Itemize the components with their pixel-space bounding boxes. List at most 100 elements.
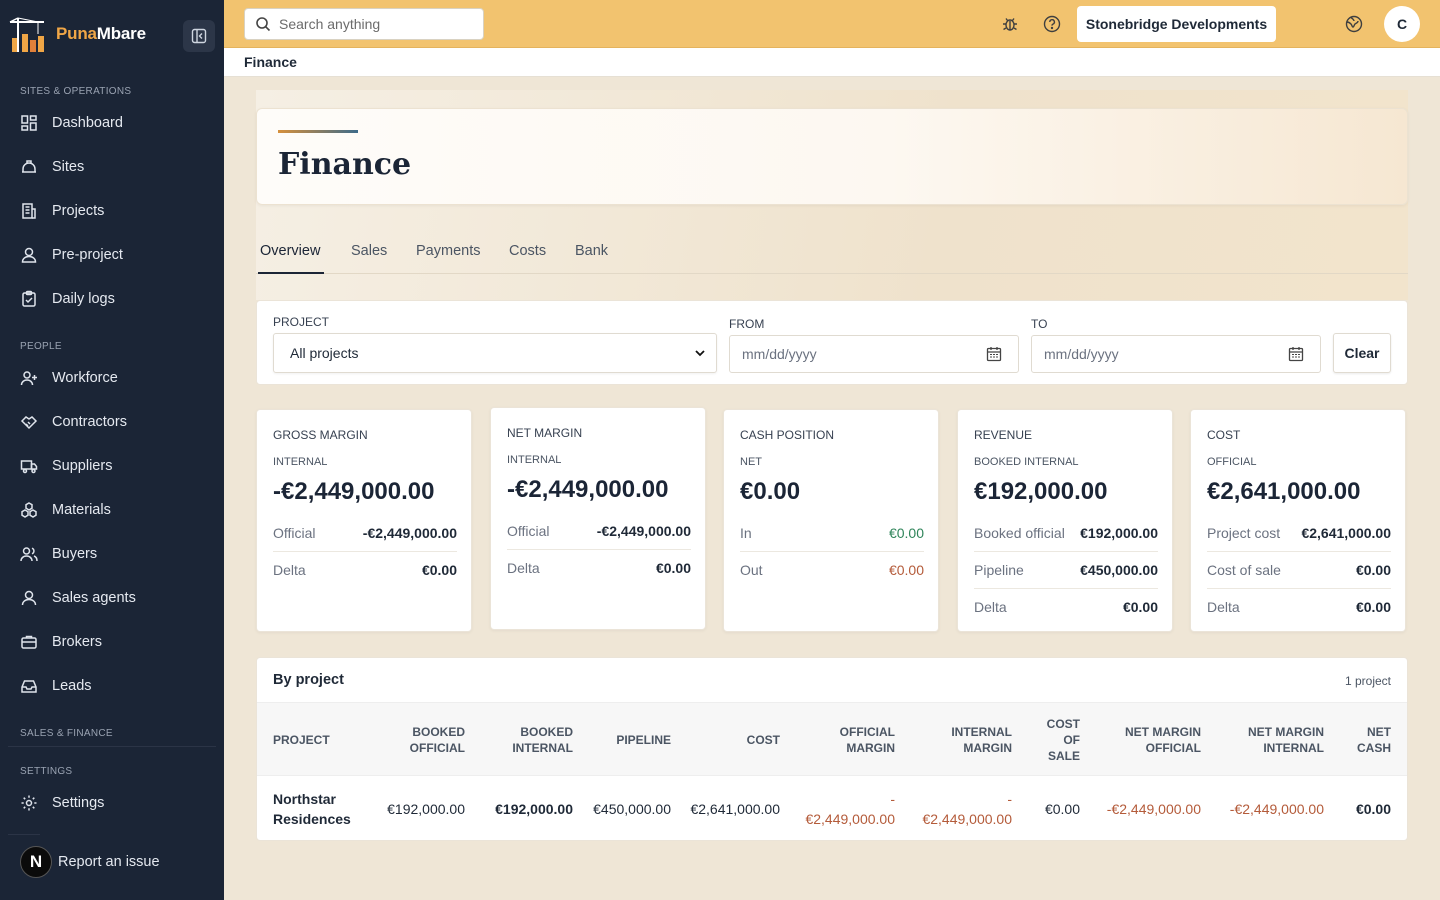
sidebar-item-suppliers[interactable]: Suppliers	[20, 454, 112, 478]
finance-tabs: Overview Sales Payments Costs Bank	[256, 236, 1408, 274]
to-date-input[interactable]: mm/dd/yyyy	[1031, 335, 1321, 373]
report-issue-button[interactable]: N Report an issue	[20, 846, 160, 878]
sidebar-item-buyers[interactable]: Buyers	[20, 542, 97, 566]
to-date-label: TO	[1031, 317, 1048, 331]
sidebar-item-sales-agents[interactable]: Sales agents	[20, 586, 136, 610]
cell-line: Northstar	[273, 791, 337, 807]
sidebar-item-daily-logs[interactable]: Daily logs	[20, 287, 115, 311]
row-label: Delta	[273, 561, 306, 578]
section-label-sites: SITES & OPERATIONS	[20, 86, 132, 97]
calendar-icon[interactable]	[1288, 346, 1304, 362]
sidebar: PunaMbare SITES & OPERATIONS Dashboard S…	[0, 0, 224, 900]
col-booked-official[interactable]: BOOKED OFFICIAL	[410, 703, 465, 777]
from-date-input[interactable]: mm/dd/yyyy	[729, 335, 1019, 373]
row-label: Delta	[507, 559, 540, 576]
col-project[interactable]: PROJECT	[273, 703, 330, 777]
sidebar-item-brokers[interactable]: Brokers	[20, 630, 102, 654]
cell-project[interactable]: Northstar Residences	[273, 776, 351, 842]
card-value: -€2,449,000.00	[507, 476, 669, 503]
sidebar-item-label: Contractors	[52, 414, 127, 430]
card-row: Delta €0.00	[507, 549, 691, 585]
cell-line: -	[890, 791, 895, 807]
row-label: Cost of sale	[1207, 561, 1281, 578]
language-button[interactable]	[1342, 12, 1366, 36]
active-tab-indicator	[258, 272, 324, 274]
col-internal-margin[interactable]: INTERNAL MARGIN	[951, 703, 1012, 777]
tab-bank[interactable]: Bank	[575, 243, 608, 259]
row-value: €0.00	[655, 559, 691, 576]
tab-overview[interactable]: Overview	[260, 243, 320, 259]
row-label: Delta	[974, 598, 1007, 615]
brand[interactable]: PunaMbare	[8, 14, 146, 54]
card-title: NET MARGIN	[507, 426, 583, 440]
sidebar-item-projects[interactable]: Projects	[20, 199, 104, 223]
project-select[interactable]: All projects	[273, 333, 717, 373]
breadcrumb-item[interactable]: Finance	[244, 54, 297, 70]
header-line: COST	[1046, 717, 1080, 731]
search-icon	[256, 17, 271, 32]
header-line: CASH	[1356, 741, 1391, 755]
search-input[interactable]	[279, 16, 469, 32]
section-label-people: PEOPLE	[20, 341, 62, 352]
header-line: OF	[1063, 733, 1080, 747]
calendar-icon[interactable]	[986, 346, 1002, 362]
by-project-table: By project 1 project PROJECT BOOKED OFFIC…	[256, 657, 1408, 841]
sidebar-divider	[8, 746, 216, 747]
sales-agents-icon	[21, 590, 37, 606]
bug-report-button[interactable]	[998, 12, 1022, 36]
project-filter-label: PROJECT	[273, 315, 330, 329]
bug-icon	[1003, 18, 1017, 31]
cash-position-card: CASH POSITION NET €0.00 In €0.00 Out €0.00	[723, 409, 939, 632]
sidebar-item-sites[interactable]: Sites	[20, 155, 84, 179]
cell-booked-official: €192,000.00	[387, 801, 465, 817]
row-value: -€2,449,000.00	[596, 523, 691, 539]
sidebar-item-settings[interactable]: Settings	[20, 791, 104, 815]
sidebar-item-label: Suppliers	[52, 458, 113, 474]
tab-costs[interactable]: Costs	[509, 243, 546, 259]
clear-filters-button[interactable]: Clear	[1333, 333, 1391, 373]
card-value: €0.00	[740, 478, 801, 505]
topbar: Stonebridge Developments C	[224, 0, 1440, 48]
project-select-value: All projects	[290, 345, 359, 361]
organization-switcher[interactable]: Stonebridge Developments	[1077, 6, 1276, 42]
sidebar-item-leads[interactable]: Leads	[20, 674, 92, 698]
card-subtitle: OFFICIAL	[1207, 456, 1257, 468]
row-value: €0.00	[1122, 598, 1158, 615]
help-button[interactable]	[1040, 12, 1064, 36]
sidebar-item-label: Sites	[52, 159, 85, 175]
row-label: Project cost	[1207, 525, 1281, 541]
tab-payments[interactable]: Payments	[416, 243, 480, 259]
col-net-margin-internal[interactable]: NET MARGIN INTERNAL	[1248, 703, 1324, 777]
sidebar-item-materials[interactable]: Materials	[20, 498, 111, 522]
col-official-margin[interactable]: OFFICIAL MARGIN	[840, 703, 895, 777]
report-issue-label: Report an issue	[58, 854, 160, 870]
sidebar-item-label: Daily logs	[52, 291, 115, 307]
search-box[interactable]	[244, 8, 484, 40]
settings-icon	[21, 795, 37, 811]
materials-icon	[21, 502, 37, 518]
tab-sales[interactable]: Sales	[351, 243, 387, 259]
collapse-sidebar-button[interactable]	[183, 20, 215, 52]
col-net-margin-official[interactable]: NET MARGIN OFFICIAL	[1125, 703, 1201, 777]
col-net-cash[interactable]: NET CASH	[1357, 703, 1391, 777]
cell-net-margin-internal: -€2,449,000.00	[1229, 801, 1324, 817]
row-value: €0.00	[888, 525, 924, 541]
row-value: €192,000.00	[1080, 525, 1158, 541]
sidebar-item-workforce[interactable]: Workforce	[20, 366, 118, 390]
row-value: €0.00	[421, 561, 457, 578]
card-row: Project cost €2,641,000.00	[1207, 515, 1391, 551]
col-booked-internal[interactable]: BOOKED INTERNAL	[512, 703, 573, 777]
avatar[interactable]: C	[1384, 6, 1420, 42]
sidebar-item-contractors[interactable]: Contractors	[20, 410, 127, 434]
sidebar-item-pre-project[interactable]: Pre-project	[20, 243, 123, 267]
breadcrumb: Finance	[224, 48, 1440, 77]
col-cost-of-sale[interactable]: COST OF SALE	[1047, 703, 1080, 777]
col-cost[interactable]: COST	[747, 703, 780, 777]
card-row: Official -€2,449,000.00	[507, 513, 691, 549]
col-pipeline[interactable]: PIPELINE	[616, 703, 671, 777]
header-line: BOOKED	[412, 725, 465, 739]
cell-line: €2,449,000.00	[805, 811, 895, 827]
card-row: Booked official €192,000.00	[974, 515, 1158, 551]
sidebar-item-dashboard[interactable]: Dashboard	[20, 111, 123, 135]
card-value: €2,641,000.00	[1207, 478, 1361, 505]
